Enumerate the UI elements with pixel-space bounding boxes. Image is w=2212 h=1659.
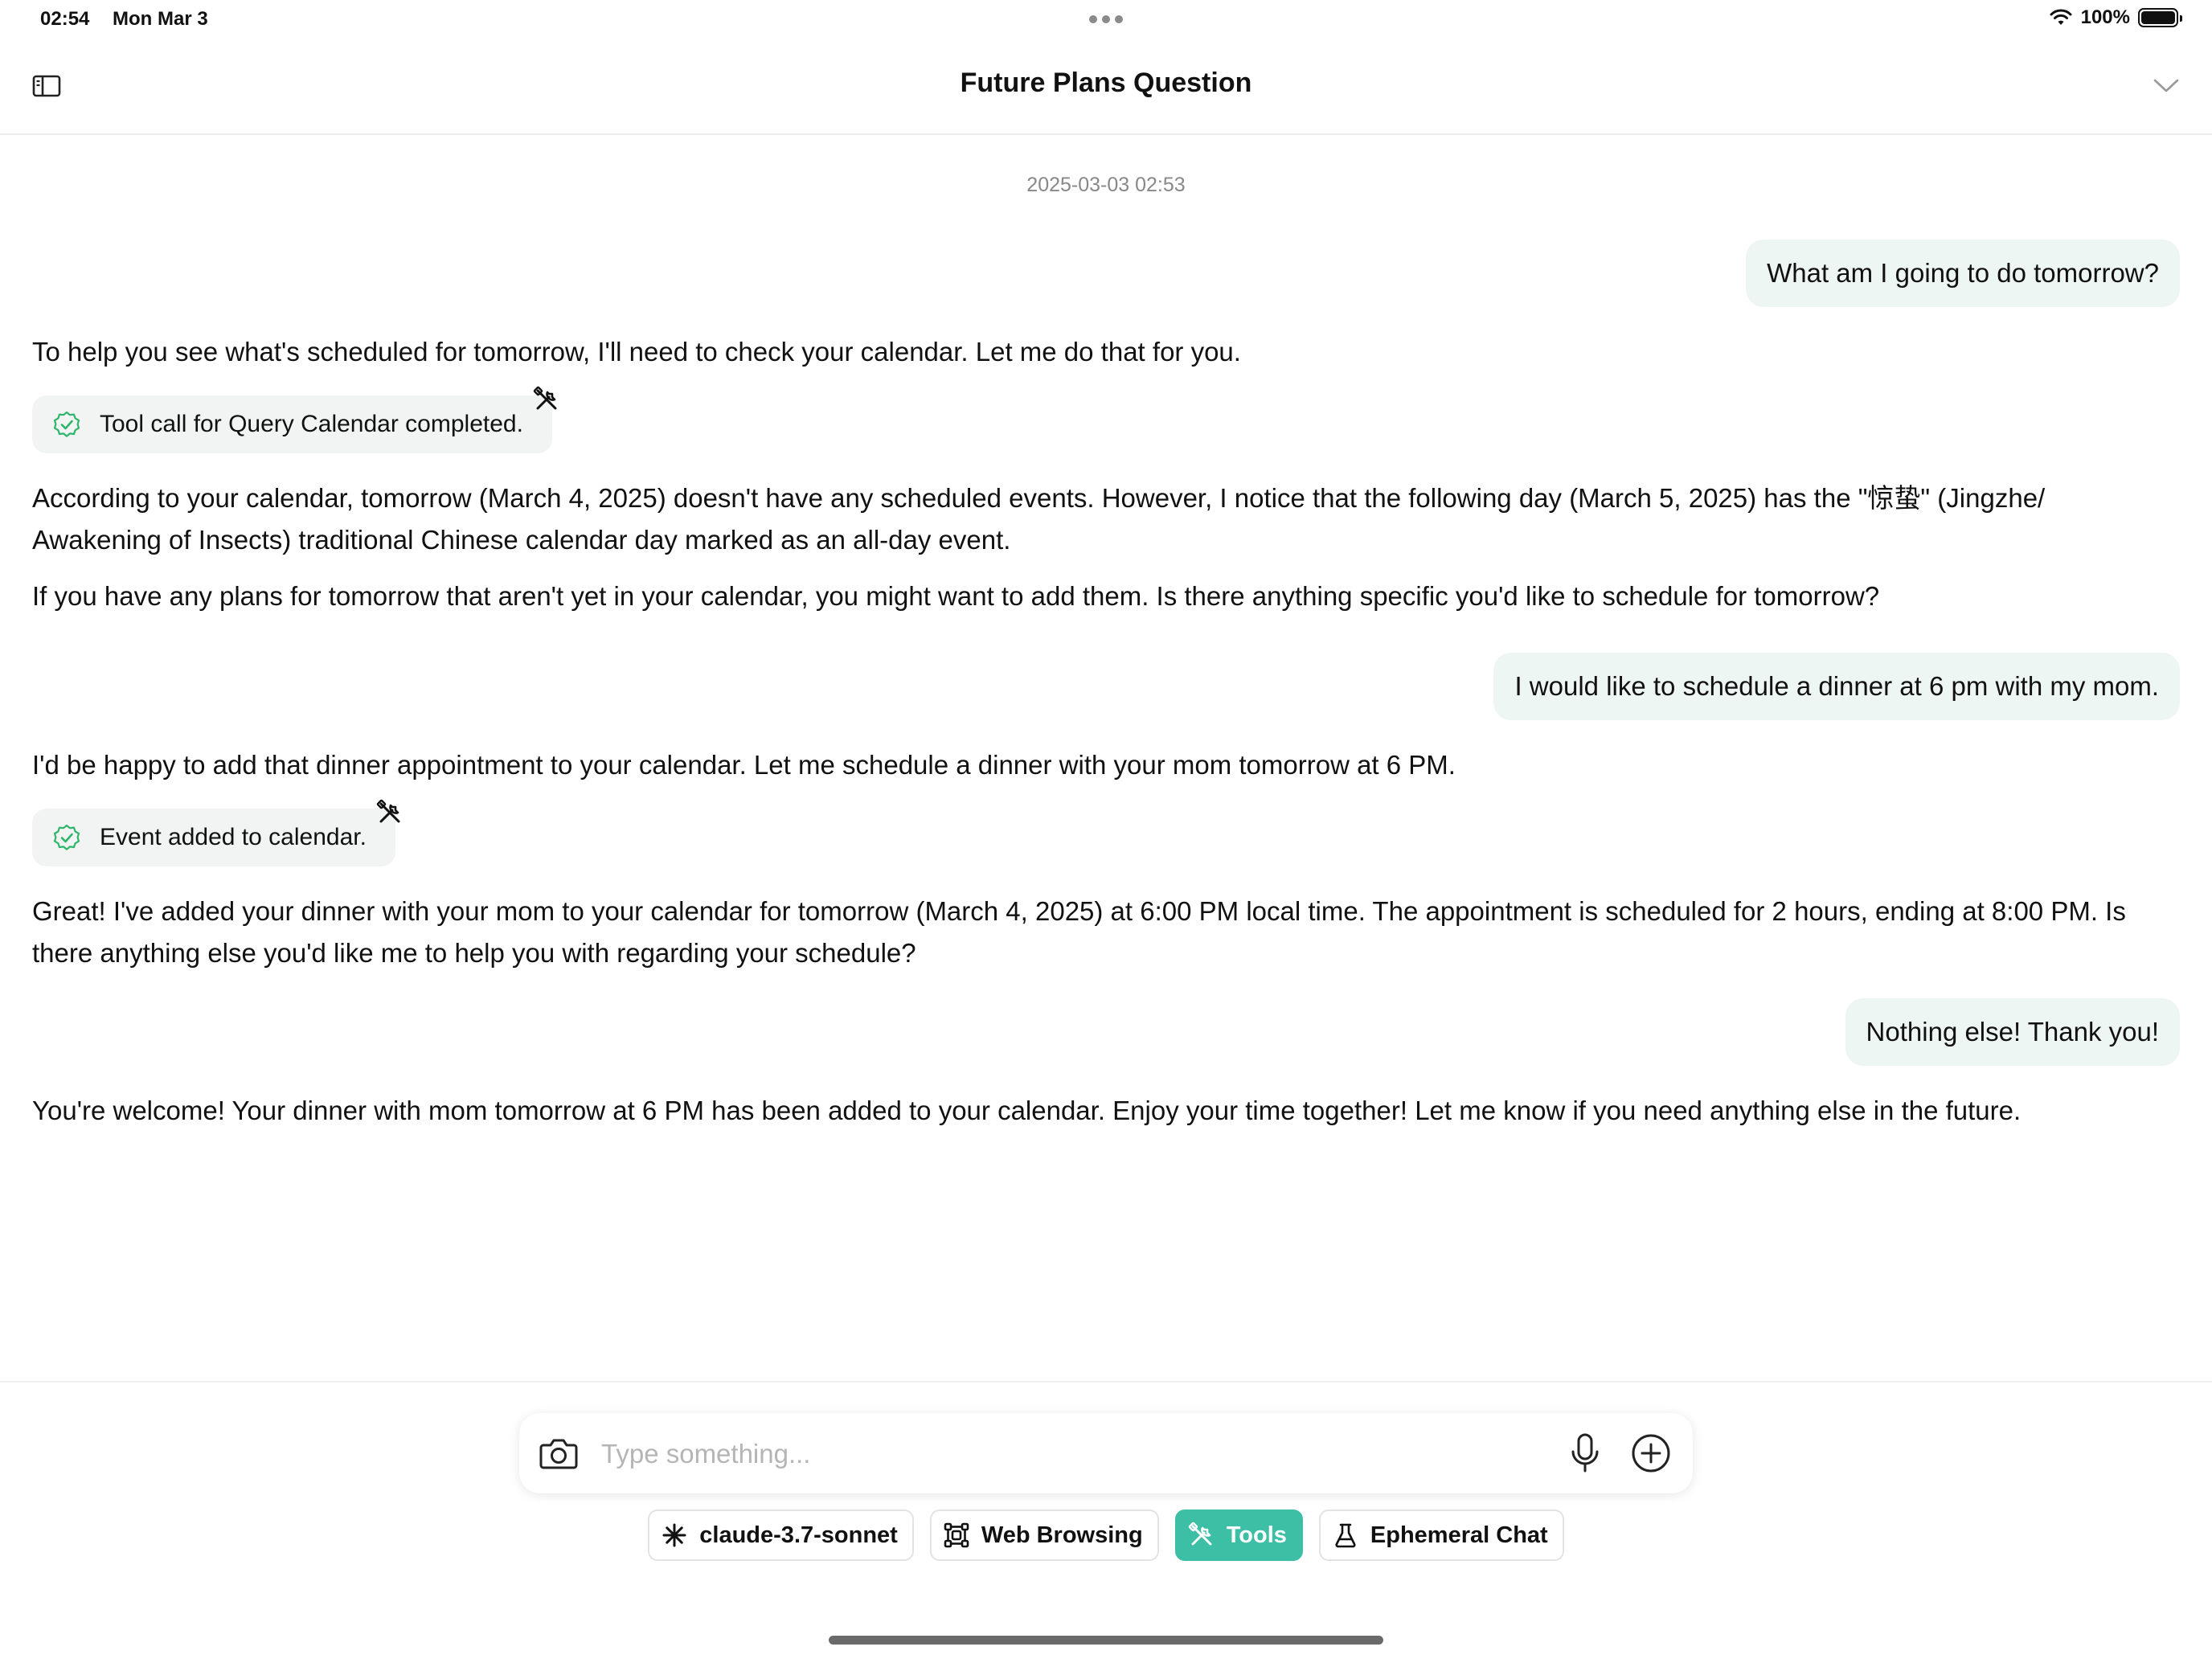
tools-icon (376, 799, 400, 823)
sparkle-icon (662, 1523, 686, 1547)
multitasking-dots-icon[interactable] (1089, 15, 1123, 23)
composer-options: claude-3.7-sonnet Web Browsing Tools Eph… (0, 1509, 2212, 1561)
assistant-message: If you have any plans for tomorrow that … (32, 581, 1880, 611)
tool-call-status[interactable]: Event added to calendar. (32, 799, 400, 866)
wifi-icon (2050, 9, 2072, 25)
user-message[interactable]: I would like to schedule a dinner at 6 p… (1493, 653, 2180, 720)
chip-label: claude-3.7-sonnet (699, 1522, 898, 1548)
message-input[interactable] (600, 1431, 1551, 1477)
assistant-message: I'd be happy to add that dinner appointm… (32, 750, 1456, 780)
tools-icon (1188, 1522, 1212, 1546)
composer-divider (0, 1381, 2212, 1382)
tools-icon (533, 386, 557, 410)
status-time: 02:54 (40, 8, 90, 30)
assistant-message: To help you see what's scheduled for tom… (32, 337, 1241, 367)
tool-call-label: Event added to calendar. (100, 824, 367, 850)
message-composer (519, 1413, 1693, 1493)
home-indicator[interactable] (829, 1636, 1383, 1645)
chevron-down-icon[interactable] (2153, 76, 2180, 95)
check-badge-icon (53, 411, 80, 437)
chat-screen: 02:54 Mon Mar 3 100% Future Plans Questi… (0, 0, 2212, 1659)
user-message[interactable]: Nothing else! Thank you! (1845, 998, 2180, 1066)
assistant-message: You're welcome! Your dinner with mom tom… (32, 1096, 2022, 1125)
status-date: Mon Mar 3 (113, 8, 208, 30)
tool-call-label: Tool call for Query Calendar completed. (100, 411, 523, 437)
chip-label: Web Browsing (981, 1522, 1143, 1548)
web-browsing-chip[interactable]: Web Browsing (929, 1509, 1159, 1561)
globe-network-icon (944, 1522, 969, 1548)
nav-header: Future Plans Question (0, 39, 2212, 135)
assistant-message: Great! I've added your dinner with your … (32, 896, 2126, 968)
camera-icon[interactable] (539, 1434, 579, 1473)
chip-label: Ephemeral Chat (1370, 1522, 1548, 1548)
flask-icon (1335, 1523, 1356, 1548)
status-bar: 02:54 Mon Mar 3 100% (0, 0, 2212, 39)
user-message[interactable]: What am I going to do tomorrow? (1746, 240, 2180, 307)
tools-chip[interactable]: Tools (1174, 1509, 1303, 1561)
model-selector-chip[interactable]: claude-3.7-sonnet (648, 1509, 914, 1561)
check-badge-icon (53, 824, 80, 850)
chip-label: Tools (1226, 1522, 1287, 1548)
chat-timestamp: 2025-03-03 02:53 (1026, 174, 1186, 196)
chat-transcript[interactable]: 2025-03-03 02:53 What am I going to do t… (0, 135, 2212, 1381)
add-attachment-icon[interactable] (1630, 1432, 1672, 1474)
microphone-icon[interactable] (1569, 1432, 1601, 1474)
battery-percent: 100% (2080, 6, 2130, 28)
ephemeral-chat-chip[interactable]: Ephemeral Chat (1318, 1509, 1564, 1561)
status-right: 100% (2049, 6, 2182, 29)
page-title: Future Plans Question (960, 68, 1252, 98)
assistant-message: According to your calendar, tomorrow (Ma… (32, 483, 2046, 555)
tool-call-status[interactable]: Tool call for Query Calendar completed. (32, 386, 557, 453)
battery-icon (2138, 8, 2182, 27)
